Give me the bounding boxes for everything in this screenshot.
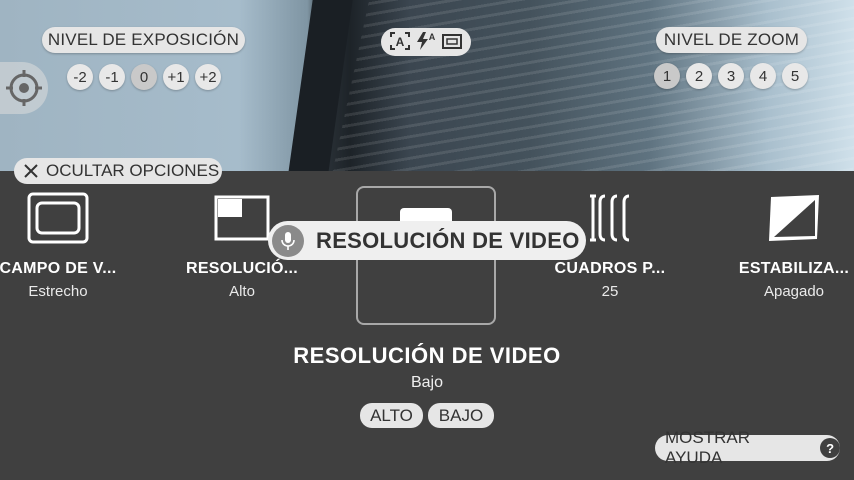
auto-scene-icon[interactable]: A [389, 31, 411, 54]
stabilization-icon [769, 195, 819, 241]
option-title: ESTABILIZA... [738, 260, 850, 277]
camera-mode-toolbar[interactable]: A A [381, 28, 471, 56]
microphone-icon [272, 224, 304, 257]
hide-options-button[interactable]: OCULTAR OPCIONES [14, 158, 222, 184]
svg-text:A: A [396, 35, 405, 49]
option-value: Estrecho [28, 283, 88, 300]
tooltip-text: RESOLUCIÓN DE VIDEO [316, 227, 580, 253]
detail-title: RESOLUCIÓN DE VIDEO [293, 343, 561, 368]
svg-text:A: A [429, 32, 436, 42]
option-value: 25 [601, 283, 619, 300]
zoom-label: NIVEL DE ZOOM [656, 27, 807, 53]
hide-options-label: OCULTAR OPCIONES [46, 161, 220, 180]
viewfinder-monitor-screen [326, 0, 854, 172]
close-icon [24, 164, 38, 178]
exposure-label: NIVEL DE EXPOSICIÓN [42, 27, 245, 53]
exposure-option[interactable]: -2 [67, 64, 93, 90]
detail-value: Bajo [410, 374, 444, 391]
exposure-option-selected[interactable]: 0 [131, 64, 157, 90]
exposure-option[interactable]: +2 [195, 64, 221, 90]
zoom-option[interactable]: 2 [686, 63, 712, 89]
option-value: Apagado [763, 283, 825, 300]
aspect-icon[interactable] [441, 31, 463, 54]
choice-alto-button[interactable]: ALTO [360, 403, 423, 428]
crosshair-icon [6, 70, 42, 106]
zoom-option[interactable]: 5 [782, 63, 808, 89]
zoom-option[interactable]: 4 [750, 63, 776, 89]
exposure-option[interactable]: +1 [163, 64, 189, 90]
zoom-option-selected[interactable]: 1 [654, 63, 680, 89]
field-of-view-icon [27, 192, 89, 244]
option-title: CAMPO DE V... [0, 260, 117, 277]
focus-target-button[interactable] [0, 62, 48, 114]
voice-command-tooltip: RESOLUCIÓN DE VIDEO [268, 221, 586, 260]
frame-rate-icon [590, 194, 630, 242]
exposure-option[interactable]: -1 [99, 64, 125, 90]
zoom-option[interactable]: 3 [718, 63, 744, 89]
choice-bajo-button[interactable]: BAJO [428, 403, 494, 428]
photo-resolution-icon [214, 195, 270, 241]
show-help-button[interactable]: MOSTRAR AYUDA ? [655, 428, 840, 467]
option-value: Alto [229, 283, 255, 300]
flash-auto-icon[interactable]: A [415, 31, 437, 54]
option-stabilization[interactable]: ESTABILIZA... Apagado [724, 190, 854, 300]
option-title: RESOLUCIÓ... [185, 260, 299, 277]
option-field-of-view[interactable]: CAMPO DE V... Estrecho [0, 190, 128, 300]
show-help-label: MOSTRAR AYUDA [665, 428, 750, 467]
help-icon: ? [820, 438, 840, 458]
option-title: CUADROS P... [554, 260, 666, 277]
